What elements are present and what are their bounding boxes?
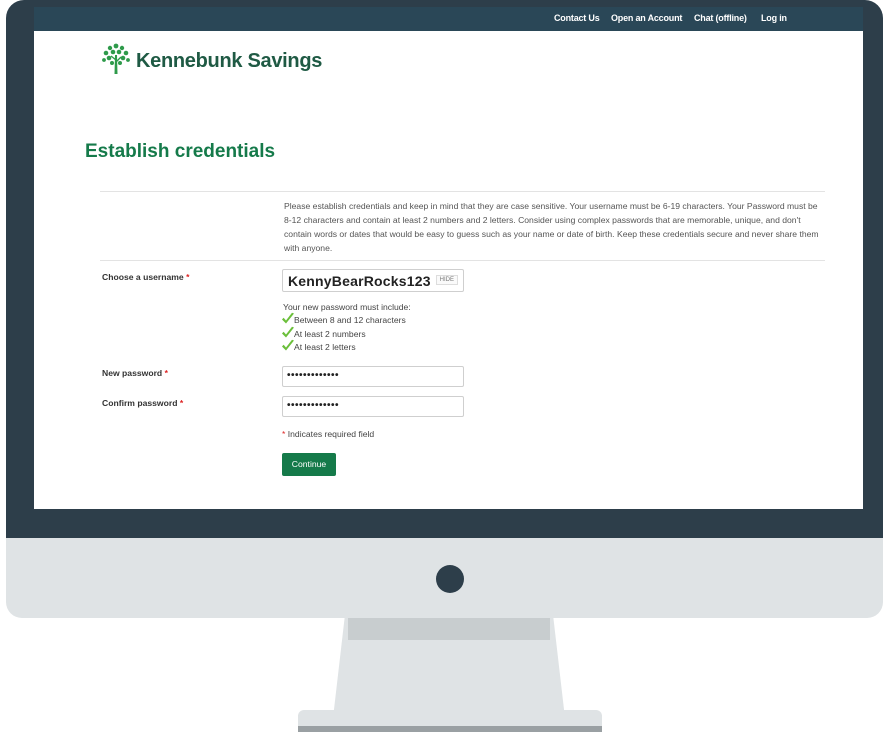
confirm-password-value: ••••••••••••• bbox=[287, 400, 340, 411]
new-password-label: New password * bbox=[102, 368, 168, 378]
required-asterisk: * bbox=[282, 429, 286, 439]
new-password-label-text: New password bbox=[102, 368, 163, 378]
confirm-password-label: Confirm password * bbox=[102, 398, 183, 408]
checkmark-icon bbox=[282, 326, 294, 337]
divider-top bbox=[100, 191, 825, 192]
confirm-password-label-text: Confirm password bbox=[102, 398, 178, 408]
divider-middle bbox=[100, 260, 825, 261]
nav-link-log-in[interactable]: Log in bbox=[761, 13, 787, 23]
password-rule-text: At least 2 letters bbox=[294, 342, 356, 352]
confirm-password-input[interactable]: ••••••••••••• bbox=[282, 396, 464, 417]
checkmark-icon bbox=[282, 339, 294, 351]
password-rule-text: At least 2 numbers bbox=[294, 328, 366, 339]
username-label-text: Choose a username bbox=[102, 272, 184, 282]
intro-text: Please establish credentials and keep in… bbox=[284, 201, 819, 253]
required-asterisk: * bbox=[186, 272, 190, 282]
required-note-text: Indicates required field bbox=[287, 429, 375, 439]
password-rule-item: At least 2 letters bbox=[282, 339, 406, 355]
password-rule-item: At least 2 numbers bbox=[282, 326, 406, 342]
required-field-note: * Indicates required field bbox=[282, 429, 374, 439]
password-rules-list: Between 8 and 12 characters At least 2 n… bbox=[282, 312, 406, 355]
continue-button[interactable]: Continue bbox=[282, 453, 336, 476]
nav-link-contact-us[interactable]: Contact Us bbox=[554, 13, 600, 23]
monitor-stand-base-edge bbox=[298, 726, 602, 732]
page-title: Establish credentials bbox=[85, 141, 276, 162]
password-rule-item: Between 8 and 12 characters bbox=[282, 312, 406, 328]
password-rules-title: Your new password must include: bbox=[283, 302, 411, 312]
brand-name: Kennebunk Savings bbox=[136, 50, 323, 72]
screen: Contact Us Open an Account Chat (offline… bbox=[34, 7, 863, 509]
power-button-icon bbox=[436, 565, 464, 593]
tree-logo-icon bbox=[102, 43, 130, 74]
nav-link-open-account[interactable]: Open an Account bbox=[611, 13, 682, 23]
hide-button[interactable]: HIDE bbox=[435, 275, 458, 285]
username-label: Choose a username * bbox=[102, 272, 189, 282]
nav-link-chat[interactable]: Chat (offline) bbox=[694, 13, 747, 23]
required-asterisk: * bbox=[164, 368, 168, 378]
checkmark-icon bbox=[282, 312, 294, 324]
monitor-stand-shadow bbox=[348, 618, 550, 640]
new-password-input[interactable]: ••••••••••••• bbox=[282, 366, 464, 387]
top-navigation: Contact Us Open an Account Chat (offline… bbox=[34, 7, 863, 31]
password-rule-text: Between 8 and 12 characters bbox=[294, 315, 406, 325]
new-password-value: ••••••••••••• bbox=[287, 370, 340, 381]
username-input[interactable]: KennyBearRocks123 HIDE bbox=[282, 269, 464, 292]
username-value: KennyBearRocks123 bbox=[288, 273, 431, 289]
required-asterisk: * bbox=[179, 398, 184, 408]
